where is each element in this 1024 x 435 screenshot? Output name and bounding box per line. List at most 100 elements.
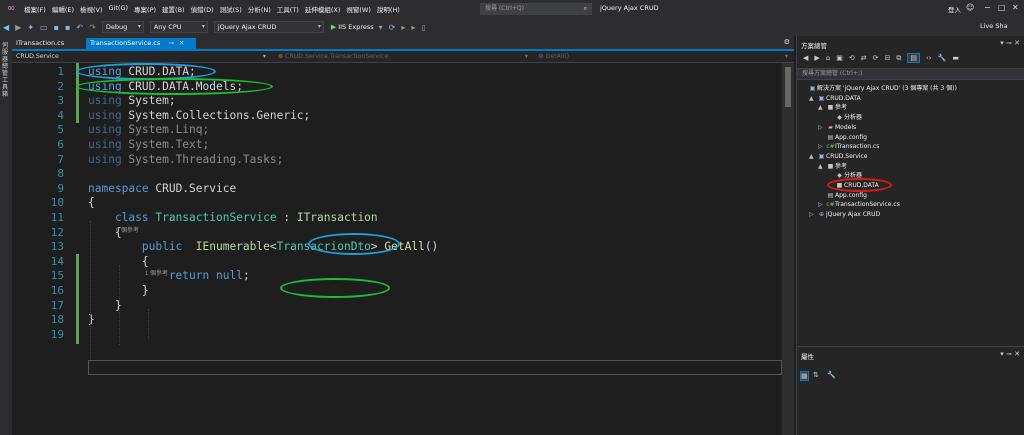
menu-item[interactable]: 延伸模組(X)	[305, 4, 341, 14]
expand-icon[interactable]: ▷	[818, 200, 826, 210]
menu-item[interactable]: 偵錯(D)	[191, 4, 214, 14]
menu-item[interactable]: 檢視(V)	[80, 4, 103, 14]
view-code-icon[interactable]: ‹›	[926, 54, 932, 62]
expand-icon[interactable]: ▷	[809, 210, 817, 220]
alphabetical-icon[interactable]: ⇅	[813, 371, 819, 379]
tab-itransaction[interactable]: ITransaction.cs	[12, 38, 84, 49]
code-line[interactable]: 4 using System.Collections.Generic;	[12, 108, 782, 123]
redo-icon[interactable]: ↷	[89, 23, 96, 32]
categorized-icon[interactable]: ▦	[800, 371, 809, 381]
menu-item[interactable]: 檔案(F)	[24, 4, 46, 14]
code-line[interactable]: 17 }	[12, 298, 782, 313]
code-line[interactable]: 8	[12, 166, 782, 181]
menu-item[interactable]: 專案(P)	[134, 4, 156, 14]
tree-item[interactable]: ▤ App.config	[818, 133, 867, 143]
undo-icon[interactable]: ↶	[76, 23, 83, 32]
tree-item[interactable]: ▷ ⊕ jQuery Ajax CRUD	[809, 210, 880, 220]
run-dropdown-icon[interactable]: ▾	[379, 23, 383, 32]
save-icon[interactable]: ▪	[54, 23, 59, 32]
toolbar-options-icon[interactable]: ▸	[411, 23, 415, 32]
pin-icon[interactable]: ▾ ⊸ ✕	[1000, 350, 1020, 358]
preview-icon[interactable]: ▬	[952, 54, 959, 62]
code-line[interactable]: 7 using System.Threading.Tasks;	[12, 152, 782, 167]
expand-icon[interactable]: ▲	[818, 103, 826, 113]
login-button[interactable]: 登入	[948, 4, 961, 14]
code-editor[interactable]: 1 using CRUD.DATA; 2 using CRUD.DATA.Models…	[12, 63, 794, 435]
code-line[interactable]: 9 namespace CRUD.Service	[12, 181, 782, 196]
pin-icon[interactable]: ▾ ⊸ ✕	[1000, 39, 1020, 47]
close-icon[interactable]: ✕	[179, 39, 184, 47]
code-line[interactable]: 6 using System.Text;	[12, 137, 782, 152]
tree-item[interactable]: ▲ ■ 參考	[818, 162, 847, 172]
toolbar-options-icon[interactable]: ▸	[401, 23, 405, 32]
menu-item[interactable]: 建置(B)	[162, 4, 185, 14]
tree-item[interactable]: ▷ ▰ Models	[818, 123, 856, 133]
left-strip-label[interactable]: 伺服器總管 工具箱	[2, 42, 10, 98]
copy-icon[interactable]: ⧉	[896, 54, 901, 63]
tab-transactionservice[interactable]: TransactionService.cs ⊸ ✕	[86, 38, 196, 49]
expand-icon[interactable]: ▲	[809, 152, 817, 162]
tree-item[interactable]: ▷ c#TransactionService.cs	[818, 200, 900, 210]
collapse-all-icon[interactable]: ⊟	[884, 54, 890, 62]
expand-icon[interactable]: ▷	[818, 142, 826, 152]
tree-item[interactable]: ▣ 解決方案 'jQuery Ajax CRUD' (3 個專案 (共 3 個))	[800, 84, 957, 94]
code-line[interactable]: 10 {	[12, 195, 782, 210]
member-dropdown[interactable]: ⚙ GetAll() ▾	[534, 52, 790, 62]
save-all-icon[interactable]: ▪	[65, 23, 70, 32]
code-line[interactable]: 16 }	[12, 283, 782, 298]
code-line[interactable]: 14 {	[12, 254, 782, 269]
refresh-icon[interactable]: ⟳	[389, 23, 396, 32]
code-line[interactable]: 11 class TransactionService : ITransacti…	[12, 210, 782, 225]
menu-item[interactable]: Git(G)	[109, 4, 129, 14]
code-line[interactable]: 15 return null;	[12, 268, 782, 283]
live-share-button[interactable]: Live Sha	[980, 22, 1008, 30]
show-all-files-icon[interactable]: ▤	[907, 53, 920, 63]
tree-item[interactable]: ▷ c#ITransaction.cs	[818, 142, 879, 152]
tree-item[interactable]: ▤ App.config	[818, 191, 867, 201]
codelens-references[interactable]: 0 個參考	[116, 225, 139, 234]
codelens-references[interactable]: 1 個參考	[145, 268, 168, 277]
close-icon[interactable]: ✕	[1012, 3, 1019, 12]
run-icon[interactable]: ▶	[331, 23, 336, 31]
configuration-select[interactable]: Debug ▾	[101, 21, 144, 33]
tree-item[interactable]: ◆ 分析器	[827, 113, 862, 123]
open-icon[interactable]: ▭	[40, 23, 48, 32]
expand-icon[interactable]: ▲	[818, 162, 826, 172]
project-dropdown[interactable]: CRUD.Service ▾	[12, 52, 268, 62]
home-icon[interactable]: ⌂	[826, 54, 830, 62]
type-dropdown[interactable]: ⊛ CRUD.Service.TransactionService ▾	[274, 52, 530, 62]
menu-item[interactable]: 測試(S)	[220, 4, 242, 14]
gear-icon[interactable]: ⚙	[784, 38, 790, 46]
solution-search-input[interactable]: 搜尋方案總管 (Ctrl+;)	[797, 68, 1024, 80]
menu-item[interactable]: 編輯(E)	[52, 4, 74, 14]
back-icon[interactable]: ◀	[3, 23, 9, 32]
tree-item[interactable]: ▲ ▣ CRUD.DATA	[809, 94, 861, 104]
history-icon[interactable]: ⟲	[849, 54, 855, 62]
platform-select[interactable]: Any CPU ▾	[149, 21, 208, 33]
forward-icon[interactable]: ▶	[814, 54, 819, 62]
expand-icon[interactable]: ▲	[809, 94, 817, 104]
sync-icon[interactable]: ⇄	[861, 54, 867, 62]
new-project-icon[interactable]: ✦	[27, 23, 34, 32]
switch-view-icon[interactable]: ▣	[836, 54, 843, 62]
menu-item[interactable]: 說明(H)	[377, 4, 400, 14]
menu-item[interactable]: 視窗(W)	[346, 4, 371, 14]
menu-item[interactable]: 分析(N)	[248, 4, 271, 14]
scrollbar-thumb[interactable]	[785, 67, 791, 107]
wrench-icon[interactable]: 🔧	[938, 54, 947, 62]
pin-icon[interactable]: ⊸	[168, 39, 173, 47]
startup-project-select[interactable]: jQuery Ajax CRUD ▾	[213, 21, 324, 33]
back-icon[interactable]: ◀	[803, 54, 808, 62]
property-pages-icon[interactable]: 🔧	[827, 371, 836, 379]
code-line[interactable]: 18}	[12, 312, 782, 327]
menu-item[interactable]: 工具(T)	[277, 4, 299, 14]
code-line[interactable]: 5 using System.Linq;	[12, 122, 782, 137]
code-line[interactable]: 19	[12, 327, 782, 342]
run-target-button[interactable]: IIS Express	[338, 23, 373, 31]
code-line[interactable]: 3 using System;	[12, 93, 782, 108]
tree-item[interactable]: ▲ ▣ CRUD.Service	[809, 152, 867, 162]
forward-icon[interactable]: ▶	[15, 23, 21, 32]
maximize-icon[interactable]: □	[998, 3, 1006, 12]
bookmark-icon[interactable]: ▯	[421, 23, 425, 32]
editor-vertical-scrollbar[interactable]	[782, 63, 794, 435]
